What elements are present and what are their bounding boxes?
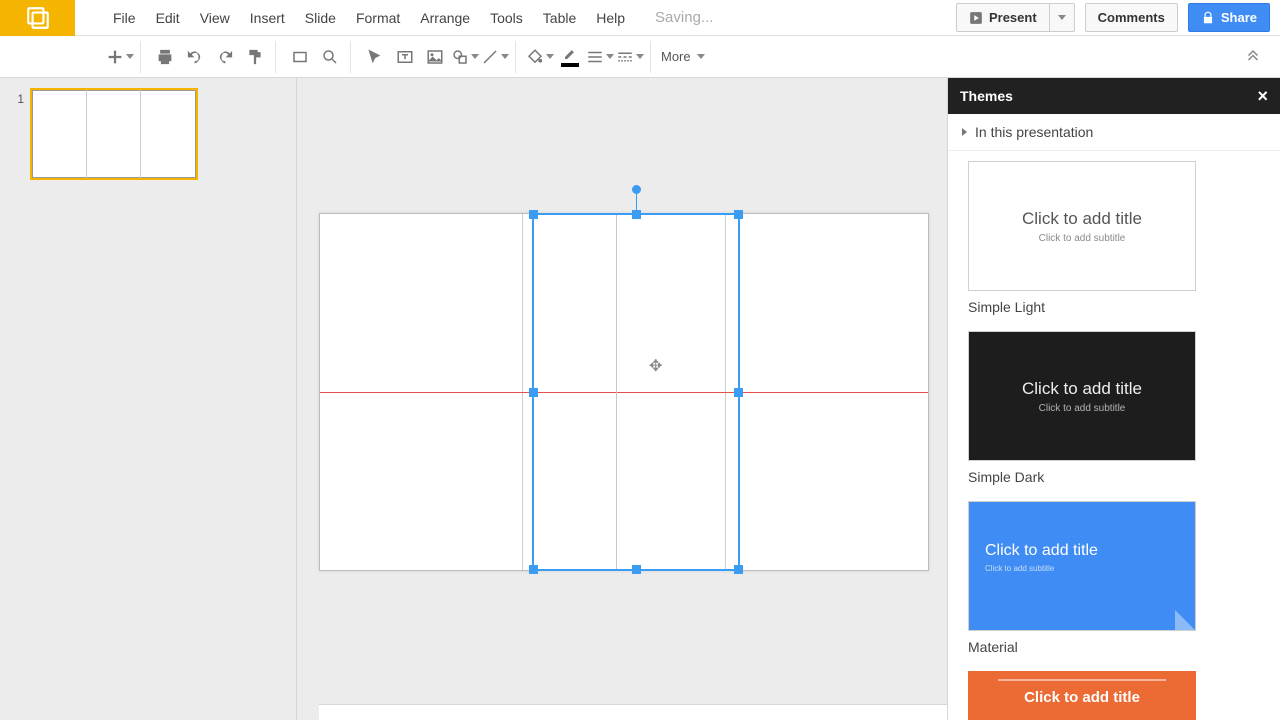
zoom-fit-button[interactable] [286,43,314,71]
image-tool[interactable] [421,43,449,71]
main-area: 1 ✥ Themes × [0,78,1280,720]
theme-title: Click to add title [1022,379,1142,399]
theme-title: Click to add title [1024,689,1140,706]
filmstrip: 1 [0,78,297,720]
more-label: More [661,49,691,64]
speaker-notes-strip[interactable] [319,704,947,720]
theme-subtitle: Click to add subtitle [1039,403,1126,414]
present-label: Present [989,10,1037,25]
theme-simple-dark[interactable]: Click to add title Click to add subtitle [968,331,1196,461]
comments-label: Comments [1098,10,1165,25]
resize-handle-t[interactable] [632,210,641,219]
shape-tool[interactable] [451,43,479,71]
menu-slide[interactable]: Slide [297,6,344,30]
save-status: Saving... [655,9,713,26]
menu-format[interactable]: Format [348,6,408,30]
chevron-down-icon [546,54,554,59]
play-icon [969,11,983,25]
menu-tools[interactable]: Tools [482,6,531,30]
chevron-down-icon [126,54,134,59]
themes-list: Click to add title Click to add subtitle… [948,151,1280,720]
theme-label-simple-light: Simple Light [968,299,1260,315]
themes-title: Themes [960,88,1013,104]
theme-subtitle: Click to add subtitle [985,564,1098,573]
line-dash-button[interactable] [616,43,644,71]
present-button-group: Present [956,3,1075,32]
theme-subtitle: Click to add subtitle [1039,233,1126,244]
canvas[interactable]: ✥ [297,78,947,720]
resize-handle-br[interactable] [734,565,743,574]
chevron-down-icon [1058,15,1066,20]
line-weight-button[interactable] [586,43,614,71]
zoom-button[interactable] [316,43,344,71]
collapse-toolbar-button[interactable] [1244,45,1272,68]
present-dropdown[interactable] [1050,3,1075,32]
theme-title: Click to add title [1022,209,1142,229]
theme-label-simple-dark: Simple Dark [968,469,1260,485]
toolbar: More [0,36,1280,78]
slide-thumbnail-number: 1 [10,88,24,180]
resize-handle-tr[interactable] [734,210,743,219]
chevron-down-icon [606,54,614,59]
themes-header: Themes × [948,78,1280,114]
themes-panel: Themes × In this presentation Click to a… [947,78,1280,720]
present-button[interactable]: Present [956,3,1050,32]
resize-handle-tl[interactable] [529,210,538,219]
slides-icon [25,5,51,31]
move-cursor-icon: ✥ [649,356,662,376]
menu-insert[interactable]: Insert [242,6,293,30]
select-tool[interactable] [361,43,389,71]
share-button[interactable]: Share [1188,3,1270,32]
chevron-down-icon [636,54,644,59]
lock-icon [1201,11,1215,25]
themes-section-label: In this presentation [975,124,1093,140]
theme-simple-light[interactable]: Click to add title Click to add subtitle [968,161,1196,291]
menu-file[interactable]: File [105,6,144,30]
app-logo[interactable] [0,0,75,36]
theme-orange[interactable]: Click to add title [968,671,1196,720]
chevron-down-icon [501,54,509,59]
menu-table[interactable]: Table [535,6,584,30]
undo-button[interactable] [181,43,209,71]
menu-help[interactable]: Help [588,6,633,30]
chevron-down-icon [471,54,479,59]
rotate-handle[interactable] [632,185,641,194]
line-tool[interactable] [481,43,509,71]
print-button[interactable] [151,43,179,71]
toolbar-more[interactable]: More [655,45,711,68]
resize-handle-l[interactable] [529,388,538,397]
line-color-button[interactable] [556,43,584,71]
page-fold-icon [1175,610,1195,630]
chevron-down-icon [697,54,705,59]
redo-button[interactable] [211,43,239,71]
selected-shape[interactable] [532,213,740,571]
rotate-stem [636,191,637,211]
menus: File Edit View Insert Slide Format Arran… [75,6,713,30]
resize-handle-r[interactable] [734,388,743,397]
theme-label-material: Material [968,639,1260,655]
close-themes-button[interactable]: × [1257,89,1268,103]
fill-color-button[interactable] [526,43,554,71]
share-label: Share [1221,10,1257,25]
themes-section-toggle[interactable]: In this presentation [948,114,1280,151]
menu-arrange[interactable]: Arrange [412,6,478,30]
menu-view[interactable]: View [192,6,238,30]
comments-button[interactable]: Comments [1085,3,1178,32]
chevron-double-up-icon [1244,45,1262,63]
new-slide-button[interactable] [106,43,134,71]
slide-thumbnail-1[interactable] [30,88,198,180]
resize-handle-b[interactable] [632,565,641,574]
resize-handle-bl[interactable] [529,565,538,574]
menu-edit[interactable]: Edit [148,6,188,30]
color-swatch-icon [561,63,579,67]
theme-title: Click to add title [985,542,1098,560]
textbox-tool[interactable] [391,43,419,71]
chevron-right-icon [962,128,967,136]
paint-format-button[interactable] [241,43,269,71]
menu-bar: File Edit View Insert Slide Format Arran… [0,0,1280,36]
theme-material[interactable]: Click to add title Click to add subtitle [968,501,1196,631]
